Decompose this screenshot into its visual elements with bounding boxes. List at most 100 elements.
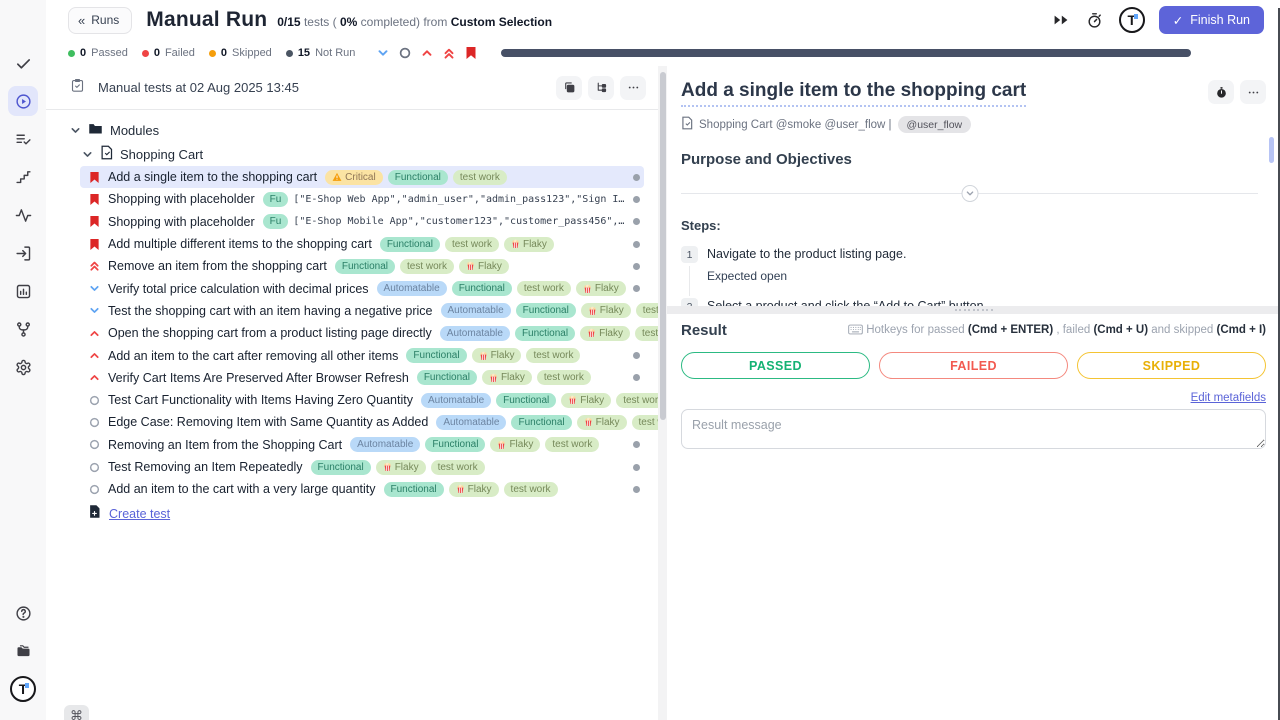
runs-play-icon[interactable] <box>8 86 38 116</box>
test-row[interactable]: Edge Case: Removing Item with Same Quant… <box>80 411 644 433</box>
branch-icon[interactable] <box>8 314 38 344</box>
content-split: Manual tests at 02 Aug 2025 13:45 Module… <box>46 66 1280 720</box>
edit-metafields-link[interactable]: Edit metafields <box>1191 392 1266 404</box>
tree-node-shopping-cart[interactable]: Shopping Cart <box>46 142 658 166</box>
timer-icon[interactable] <box>1085 10 1105 30</box>
priority-double-up-icon <box>88 260 101 272</box>
steps-icon[interactable] <box>8 162 38 192</box>
test-status-dot[interactable] <box>633 263 640 270</box>
fast-forward-icon[interactable] <box>1051 10 1071 30</box>
folder-icon <box>88 122 103 138</box>
import-icon[interactable] <box>8 238 38 268</box>
stat-label: Skipped <box>232 47 272 59</box>
test-status-dot[interactable] <box>633 441 640 448</box>
test-row[interactable]: Add an item to the cart after removing a… <box>80 344 644 366</box>
test-row[interactable]: Test the shopping cart with an item havi… <box>80 300 644 322</box>
back-label: Runs <box>91 13 119 27</box>
test-status-dot[interactable] <box>633 374 640 381</box>
test-status-dot[interactable] <box>633 241 640 248</box>
priority-up-icon <box>88 372 101 383</box>
badge-functional: Functional <box>406 348 466 363</box>
priority-up-icon <box>88 350 101 361</box>
more-options-icon[interactable] <box>620 76 646 100</box>
test-row[interactable]: Shopping with placeholderFu["E-Shop Web … <box>80 188 644 210</box>
logo-icon[interactable]: T <box>8 674 38 704</box>
priority-highest-icon[interactable] <box>443 47 455 60</box>
more-options-icon[interactable] <box>1240 80 1266 104</box>
test-row[interactable]: Open the shopping cart from a product li… <box>80 322 644 344</box>
test-row[interactable]: Verify total price calculation with deci… <box>80 277 644 299</box>
test-status-dot[interactable] <box>633 174 640 181</box>
badge-flaky: Flaky <box>577 415 627 430</box>
account-logo-icon[interactable]: T <box>1119 7 1145 33</box>
test-row[interactable]: Add a single item to the shopping cartCr… <box>80 166 644 188</box>
test-row[interactable]: Removing an Item from the Shopping CartA… <box>80 434 644 456</box>
test-row[interactable]: Add multiple different items to the shop… <box>80 233 644 255</box>
test-status-dot[interactable] <box>633 196 640 203</box>
node-label: Modules <box>110 123 159 138</box>
tests-check-icon[interactable] <box>8 48 38 78</box>
result-failed-button[interactable]: FAILED <box>879 352 1068 379</box>
test-row[interactable]: Shopping with placeholderFu["E-Shop Mobi… <box>80 211 644 233</box>
result-buttons: PASSED FAILED SKIPPED <box>681 352 1266 379</box>
description-scrollbar-thumb[interactable] <box>1269 137 1274 163</box>
badge-functional: Functional <box>380 237 440 252</box>
projects-folder-icon[interactable] <box>8 636 38 666</box>
main-area: « Runs Manual Run 0/15 tests ( 0% comple… <box>46 0 1280 720</box>
badge-flaky: Flaky <box>449 482 499 497</box>
tree-node-modules[interactable]: Modules <box>46 118 658 142</box>
priority-normal-icon[interactable] <box>399 47 411 59</box>
panel-splitter-handle[interactable] <box>667 306 1280 314</box>
test-title[interactable]: Add a single item to the shopping cart <box>681 80 1026 107</box>
result-passed-button[interactable]: PASSED <box>681 352 870 379</box>
create-test-row[interactable]: Create test <box>46 502 658 526</box>
create-test-link[interactable]: Create test <box>109 507 170 521</box>
test-row[interactable]: Add an item to the cart with a very larg… <box>80 478 644 500</box>
test-row[interactable]: Test Removing an Item RepeatedlyFunction… <box>80 456 644 478</box>
test-rows: Add a single item to the shopping cartCr… <box>46 166 658 500</box>
test-row[interactable]: Test Cart Functionality with Items Havin… <box>80 389 644 411</box>
finish-run-button[interactable]: ✓ Finish Run <box>1159 6 1264 34</box>
result-skipped-button[interactable]: SKIPPED <box>1077 352 1266 379</box>
test-status-dot[interactable] <box>633 352 640 359</box>
status-dot-icon <box>142 50 149 57</box>
step-number: 1 <box>681 246 698 263</box>
bookmark-filter-icon[interactable] <box>465 46 477 60</box>
settings-gear-icon[interactable] <box>8 352 38 382</box>
stat-label: Passed <box>91 47 128 59</box>
back-to-runs-button[interactable]: « Runs <box>68 7 132 34</box>
badge-flaky: Flaky <box>581 303 631 318</box>
chevron-down-icon[interactable] <box>82 149 94 160</box>
tag-pill[interactable]: @user_flow <box>898 116 972 133</box>
test-title-label: Add a single item to the shopping cart <box>108 170 317 184</box>
tree-scrollbar[interactable] <box>658 66 667 720</box>
test-status-dot[interactable] <box>633 218 640 225</box>
test-status-dot[interactable] <box>633 285 640 292</box>
badge-testwork: test work <box>635 326 658 341</box>
test-status-dot[interactable] <box>633 486 640 493</box>
badge-functional: Fu <box>263 214 289 229</box>
checklist-icon[interactable] <box>8 124 38 154</box>
copy-icon[interactable] <box>556 76 582 100</box>
collapse-section-icon[interactable] <box>961 185 978 202</box>
stopwatch-icon[interactable] <box>1208 80 1234 104</box>
stat-not-run: 15Not Run <box>286 47 356 59</box>
test-title-label: Test the shopping cart with an item havi… <box>108 304 433 318</box>
badge-automatable: Automatable <box>350 437 420 452</box>
tree-scrollbar-thumb[interactable] <box>660 72 666 420</box>
test-status-dot[interactable] <box>633 464 640 471</box>
priority-low-icon[interactable] <box>377 47 389 59</box>
pulse-icon[interactable] <box>8 200 38 230</box>
test-title-label: Shopping with placeholder <box>108 192 255 206</box>
test-row[interactable]: Remove an item from the shopping cartFun… <box>80 255 644 277</box>
command-shortcut-button[interactable]: ⌘ <box>64 705 89 720</box>
chevron-down-icon[interactable] <box>70 125 82 136</box>
result-message-input[interactable] <box>681 409 1266 449</box>
badge-functional: Functional <box>496 393 556 408</box>
reports-icon[interactable] <box>8 276 38 306</box>
help-icon[interactable] <box>8 598 38 628</box>
test-row[interactable]: Verify Cart Items Are Preserved After Br… <box>80 367 644 389</box>
tree-view-icon[interactable] <box>588 76 614 100</box>
priority-high-icon[interactable] <box>421 47 433 59</box>
priority-bookmark-icon <box>88 238 101 251</box>
